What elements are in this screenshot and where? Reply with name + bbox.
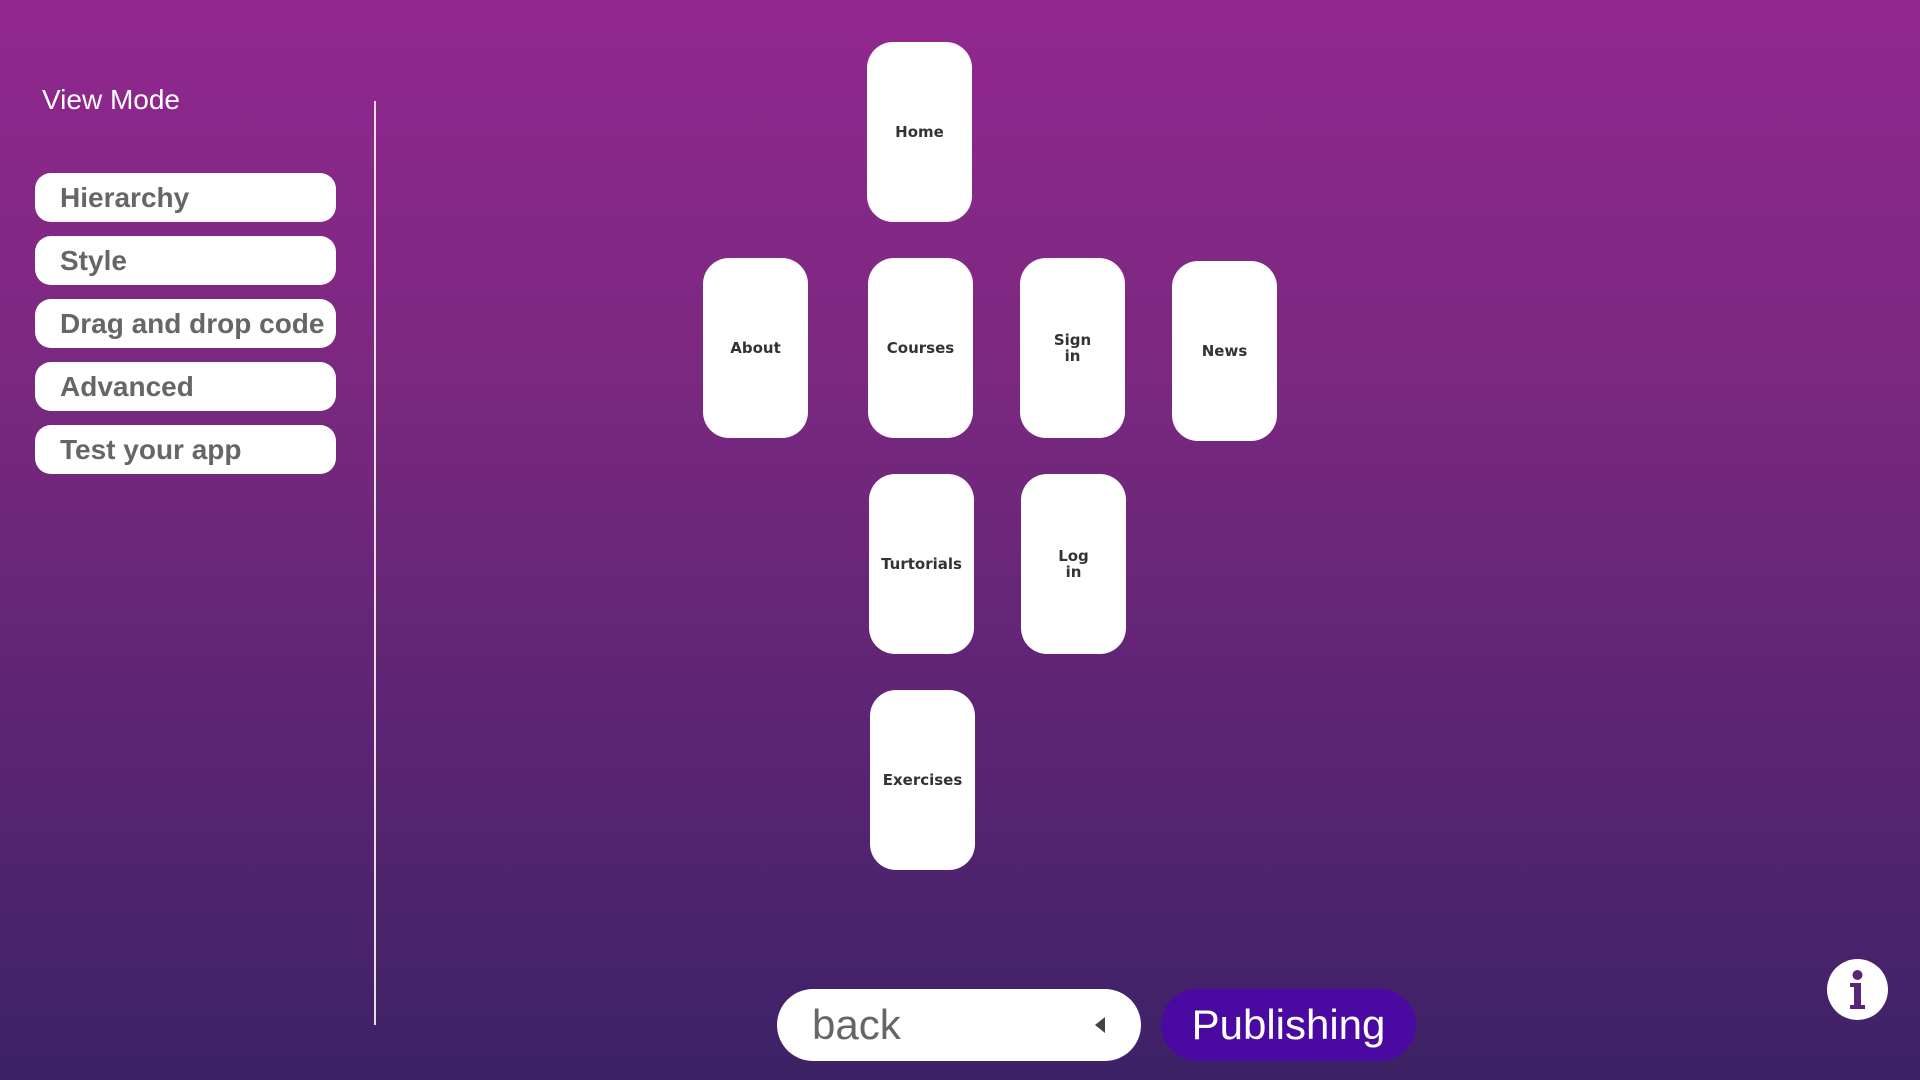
info-button[interactable] [1827,959,1888,1020]
page-card-label: Courses [886,338,955,357]
view-mode-hierarchy-button[interactable]: Hierarchy [35,173,336,222]
view-mode-style-button[interactable]: Style [35,236,336,285]
page-card-news[interactable]: News [1172,261,1277,441]
page-card-label: Log in [1058,546,1089,581]
page-card-label: Sign in [1053,330,1092,365]
page-card-label: News [1201,341,1248,360]
page-card-log-in[interactable]: Log in [1021,474,1126,654]
page-card-courses[interactable]: Courses [868,258,973,438]
page-card-home[interactable]: Home [867,42,972,222]
page-card-about[interactable]: About [703,258,808,438]
back-button-label: back [812,1001,901,1048]
page-card-label: Home [895,122,944,141]
sidebar-title: View Mode [42,84,181,115]
page-card-sign-in[interactable]: Sign in [1020,258,1125,438]
view-mode-advanced-button[interactable]: Advanced [35,362,336,411]
back-button[interactable]: back [777,989,1141,1061]
view-mode-test-your-app-button[interactable]: Test your app [35,425,336,474]
sidebar-divider [374,101,376,1025]
caret-left-icon [1095,1017,1105,1033]
page-card-turtorials[interactable]: Turtorials [869,474,974,654]
page-card-label: Turtorials [881,554,962,573]
page-card-label: Exercises [882,770,963,789]
page-card-exercises[interactable]: Exercises [870,690,975,870]
publishing-button[interactable]: Publishing [1161,989,1416,1061]
view-mode-drag-and-drop-code-button[interactable]: Drag and drop code [35,299,336,348]
page-card-label: About [730,338,781,357]
info-icon [1850,970,1865,1009]
